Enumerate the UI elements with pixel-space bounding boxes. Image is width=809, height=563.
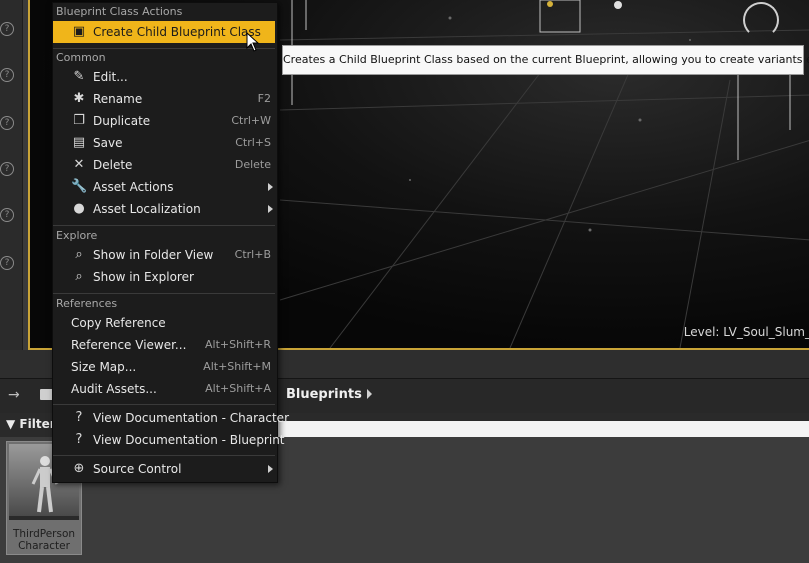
- menu-item-reference-viewer[interactable]: Reference Viewer... Alt+Shift+R: [53, 334, 275, 356]
- menu-item-view-doc-blueprint[interactable]: ? View Documentation - Blueprint: [53, 429, 285, 451]
- menu-item-source-control[interactable]: ⊕ Source Control: [53, 458, 275, 480]
- help-icon[interactable]: ?: [0, 256, 14, 270]
- menu-item-save[interactable]: ▤ Save Ctrl+S: [53, 132, 275, 154]
- menu-item-edit[interactable]: ✎ Edit...: [53, 66, 275, 88]
- help-icon[interactable]: ?: [0, 68, 14, 82]
- menu-item-asset-actions[interactable]: 🔧 Asset Actions: [53, 176, 275, 198]
- help-icon: ?: [75, 410, 83, 425]
- menu-item-asset-localization[interactable]: ● Asset Localization: [53, 198, 275, 220]
- help-icon[interactable]: ?: [0, 22, 14, 36]
- menu-item-duplicate[interactable]: ❐ Duplicate Ctrl+W: [53, 110, 275, 132]
- submenu-arrow-icon: [268, 205, 273, 213]
- edit-icon: ✎: [73, 69, 85, 84]
- asset-context-menu: Blueprint Class Actions ▣ Create Child B…: [52, 2, 289, 483]
- menu-item-size-map[interactable]: Size Map... Alt+Shift+M: [53, 356, 275, 378]
- menu-item-copy-reference[interactable]: Copy Reference: [53, 312, 275, 334]
- search-input[interactable]: [270, 421, 809, 437]
- shortcut-label: Ctrl+B: [234, 248, 271, 261]
- section-common: Common: [56, 51, 106, 64]
- mouse-cursor-icon: [246, 32, 260, 52]
- menu-separator: [53, 293, 275, 294]
- menu-item-delete[interactable]: ✕ Delete Delete: [53, 154, 275, 176]
- section-references: References: [56, 297, 118, 310]
- wrench-icon: 🔧: [71, 179, 88, 194]
- blueprint-create-icon: ▣: [72, 24, 86, 39]
- rename-icon: ✱: [73, 91, 85, 106]
- breadcrumb-chevron-icon[interactable]: [367, 389, 372, 399]
- globe-icon: ●: [73, 201, 85, 216]
- shortcut-label: Alt+Shift+M: [203, 360, 271, 373]
- menu-item-view-doc-character[interactable]: ? View Documentation - Character: [53, 407, 289, 429]
- magnifier-icon: ⌕: [75, 269, 83, 284]
- shortcut-label: Alt+Shift+R: [205, 338, 271, 351]
- magnifier-icon: ⌕: [75, 247, 83, 262]
- duplicate-icon: ❐: [73, 113, 85, 128]
- shortcut-label: Delete: [234, 158, 271, 171]
- help-icon[interactable]: ?: [0, 116, 14, 130]
- delete-icon: ✕: [73, 157, 85, 172]
- asset-name-label: ThirdPerson Character: [12, 528, 76, 552]
- help-icon: ?: [75, 432, 83, 447]
- shortcut-label: Ctrl+S: [235, 136, 271, 149]
- help-icon[interactable]: ?: [0, 208, 14, 222]
- menu-item-audit-assets[interactable]: Audit Assets... Alt+Shift+A: [53, 378, 275, 400]
- filter-icon: ▼: [6, 417, 16, 431]
- menu-separator: [53, 225, 275, 226]
- save-icon: ▤: [72, 135, 86, 150]
- menu-item-create-child-blueprint[interactable]: ▣ Create Child Blueprint Class: [53, 21, 275, 43]
- menu-item-rename[interactable]: ✱ Rename F2: [53, 88, 275, 110]
- menu-separator: [53, 48, 275, 49]
- viewport-gizmo: [743, 2, 779, 38]
- submenu-arrow-icon: [268, 183, 273, 191]
- help-icon[interactable]: ?: [0, 162, 14, 176]
- submenu-arrow-icon: [268, 465, 273, 473]
- menu-item-show-in-explorer[interactable]: ⌕ Show in Explorer: [53, 266, 275, 288]
- menu-separator: [53, 404, 275, 405]
- section-explore: Explore: [56, 229, 98, 242]
- forward-arrow-icon[interactable]: →: [8, 387, 20, 403]
- shortcut-label: Alt+Shift+A: [205, 382, 271, 395]
- breadcrumb-blueprints[interactable]: Blueprints: [286, 387, 362, 402]
- menu-item-show-in-folder-view[interactable]: ⌕ Show in Folder View Ctrl+B: [53, 244, 275, 266]
- asset-type-bar: [9, 516, 79, 520]
- shortcut-label: Ctrl+W: [231, 114, 271, 127]
- source-control-icon: ⊕: [73, 461, 85, 476]
- section-blueprint-class-actions: Blueprint Class Actions: [56, 5, 183, 18]
- level-name-label: Level: LV_Soul_Slum_: [683, 325, 809, 339]
- shortcut-label: F2: [257, 92, 271, 105]
- left-panel-strip: ? ? ? ? ? ?: [0, 0, 23, 350]
- menu-separator: [53, 455, 275, 456]
- tooltip: Creates a Child Blueprint Class based on…: [282, 45, 809, 75]
